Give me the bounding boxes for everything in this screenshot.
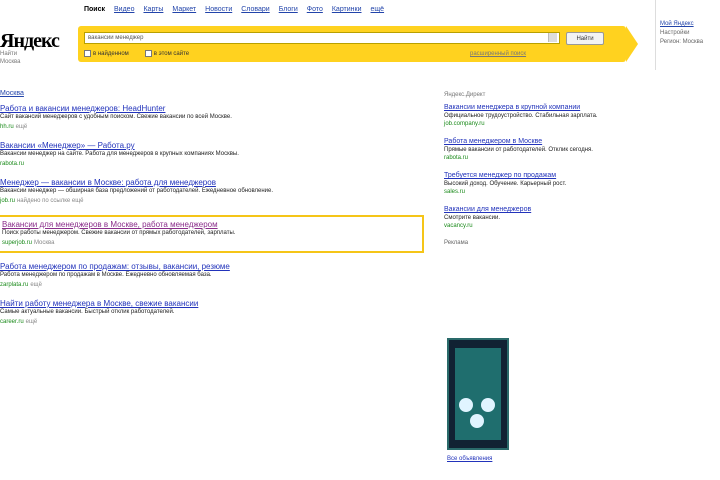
ad-text: Прямые вакансии от работодателей. Отклик… bbox=[444, 147, 593, 153]
result-title-link[interactable]: Менеджер — вакансии в Москве: работа для… bbox=[0, 178, 430, 187]
divider bbox=[655, 0, 656, 70]
ads-heading: Яндекс.Директ bbox=[444, 92, 486, 98]
banner-glow-shape bbox=[459, 398, 473, 412]
result-meta[interactable]: ещё bbox=[26, 319, 38, 325]
banner-glow-shape bbox=[481, 398, 495, 412]
service-tabs: Поиск Видео Карты Маркет Новости Словари… bbox=[84, 6, 384, 13]
tab-blogs[interactable]: Блоги bbox=[279, 6, 298, 13]
option-in-site-label: в этом сайте bbox=[153, 50, 190, 57]
banner-screen bbox=[455, 348, 501, 440]
checkbox-icon[interactable] bbox=[144, 50, 152, 57]
ad-text: Смотрите вакансии. bbox=[444, 215, 501, 221]
checkbox-icon[interactable] bbox=[84, 50, 91, 57]
result-url[interactable]: job.ru bbox=[0, 198, 15, 204]
ads-column: Яндекс.Директ Вакансии менеджера в крупн… bbox=[444, 92, 624, 246]
ad-title-link[interactable]: Работа менеджером в Москве bbox=[444, 138, 624, 146]
search-result: Работа и вакансии менеджеров: HeadHunter… bbox=[0, 104, 430, 132]
tab-images[interactable]: Картинки bbox=[332, 6, 362, 13]
ad-title-link[interactable]: Вакансии для менеджеров bbox=[444, 206, 624, 214]
search-bar: Найти в найденном в этом сайте расширенн… bbox=[78, 26, 638, 62]
ad-text: Официальное трудоустройство. Стабильная … bbox=[444, 113, 598, 119]
result-url[interactable]: superjob.ru bbox=[2, 240, 32, 246]
search-result: Вакансии «Менеджер» — Работа.ру Вакансии… bbox=[0, 141, 430, 169]
option-in-found[interactable]: в найденном bbox=[84, 50, 129, 57]
banner-image[interactable] bbox=[447, 338, 509, 450]
result-title-link[interactable]: Вакансии для менеджеров в Москве, работа… bbox=[2, 220, 420, 229]
result-snippet: Поиск работы менеджером. Свежие вакансии… bbox=[2, 230, 236, 236]
result-title-link[interactable]: Работа менеджером по продажам: отзывы, в… bbox=[0, 262, 430, 271]
ad-item: Требуется менеджер по продажам Высокий д… bbox=[444, 172, 624, 196]
search-result: Работа менеджером по продажам: отзывы, в… bbox=[0, 262, 430, 290]
region-info: Регион: Москва bbox=[660, 39, 704, 45]
result-title-link[interactable]: Вакансии «Менеджер» — Работа.ру bbox=[0, 141, 430, 150]
result-snippet: Вакансии менеджер — обширная база предло… bbox=[0, 188, 274, 194]
search-results: Работа и вакансии менеджеров: HeadHunter… bbox=[0, 104, 430, 336]
result-url[interactable]: career.ru bbox=[0, 319, 24, 325]
search-result: Менеджер — вакансии в Москве: работа для… bbox=[0, 178, 430, 206]
settings-link[interactable]: Настройки bbox=[660, 29, 703, 38]
ad-url[interactable]: sales.ru bbox=[444, 188, 624, 196]
all-ads-link[interactable]: Все объявления bbox=[447, 456, 492, 462]
ad-url[interactable]: rabota.ru bbox=[444, 154, 624, 162]
option-in-found-label: в найденном bbox=[93, 50, 129, 57]
ad-title-link[interactable]: Требуется менеджер по продажам bbox=[444, 172, 624, 180]
search-input[interactable] bbox=[84, 32, 560, 44]
ad-text: Высокий доход. Обучение. Карьерный рост. bbox=[444, 181, 567, 187]
user-panel: Мой Яндекс Настройки Регион: Москва bbox=[660, 20, 703, 47]
option-in-site[interactable]: в этом сайте bbox=[144, 50, 190, 57]
ad-item: Вакансии менеджера в крупной компании Оф… bbox=[444, 104, 624, 128]
result-meta[interactable]: Москва bbox=[34, 240, 54, 246]
result-snippet: Работа менеджером по продажам в Москве. … bbox=[0, 272, 212, 278]
tab-photos[interactable]: Фото bbox=[307, 6, 323, 13]
banner-heading: Реклама bbox=[444, 240, 469, 246]
my-yandex-link[interactable]: Мой Яндекс bbox=[660, 20, 703, 29]
result-snippet: Сайт вакансий менеджеров с удобным поиск… bbox=[0, 114, 232, 120]
tab-news[interactable]: Новости bbox=[205, 6, 232, 13]
ad-url[interactable]: job.company.ru bbox=[444, 120, 624, 128]
search-button[interactable]: Найти bbox=[566, 32, 604, 45]
result-meta[interactable]: найдено по ссылке ещё bbox=[17, 198, 84, 204]
highlighted-search-result: Вакансии для менеджеров в Москве, работа… bbox=[0, 215, 424, 253]
result-snippet: Вакансии менеджер на сайте. Работа для м… bbox=[0, 151, 239, 157]
ad-item: Работа менеджером в Москве Прямые ваканс… bbox=[444, 138, 624, 162]
logo-subtitle: Найти Москва bbox=[0, 50, 20, 66]
logo-sub-line-1: Найти bbox=[0, 51, 18, 57]
result-title-link[interactable]: Работа и вакансии менеджеров: HeadHunter bbox=[0, 104, 430, 113]
result-title-link[interactable]: Найти работу менеджера в Москве, свежие … bbox=[0, 299, 430, 308]
tab-search[interactable]: Поиск bbox=[84, 6, 105, 13]
search-options: в найденном в этом сайте bbox=[84, 50, 189, 57]
tab-dictionaries[interactable]: Словари bbox=[241, 6, 269, 13]
result-meta[interactable]: ещё bbox=[30, 282, 42, 288]
ad-title-link[interactable]: Вакансии менеджера в крупной компании bbox=[444, 104, 624, 112]
banner-glow-shape bbox=[470, 414, 484, 428]
ad-url[interactable]: vacancy.ru bbox=[444, 222, 624, 230]
advanced-search-link[interactable]: расширенный поиск bbox=[470, 51, 526, 57]
result-url[interactable]: zarplata.ru bbox=[0, 282, 28, 288]
search-result: Найти работу менеджера в Москве, свежие … bbox=[0, 299, 430, 327]
logo-sub-line-2: Москва bbox=[0, 59, 21, 65]
result-url[interactable]: rabota.ru bbox=[0, 161, 24, 167]
region-link[interactable]: Москва bbox=[0, 90, 24, 97]
tab-video[interactable]: Видео bbox=[114, 6, 134, 13]
result-meta[interactable]: ещё bbox=[16, 124, 28, 130]
search-clear-icon[interactable] bbox=[548, 33, 557, 42]
result-url[interactable]: hh.ru bbox=[0, 124, 14, 130]
ad-item: Вакансии для менеджеров Смотрите ваканси… bbox=[444, 206, 624, 230]
tab-maps[interactable]: Карты bbox=[143, 6, 163, 13]
tab-more[interactable]: ещё bbox=[371, 6, 385, 13]
tab-market[interactable]: Маркет bbox=[172, 6, 196, 13]
result-snippet: Самые актуальные вакансии. Быстрый откли… bbox=[0, 309, 175, 315]
